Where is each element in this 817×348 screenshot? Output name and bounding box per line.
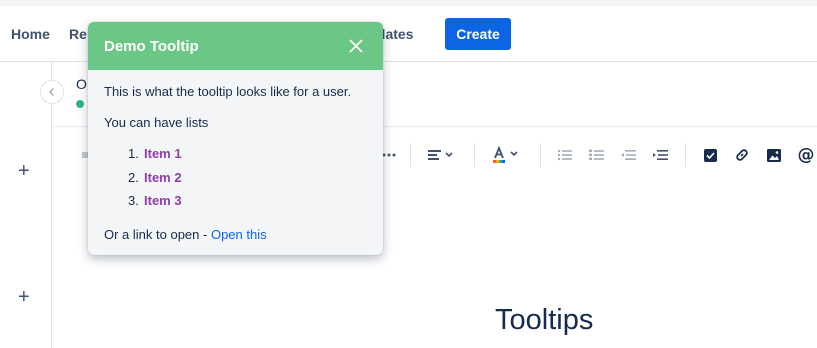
- image-icon[interactable]: [766, 145, 782, 165]
- list-number: 3.: [128, 193, 139, 208]
- page-title: Tooltips: [495, 304, 594, 336]
- numbered-list-icon[interactable]: [589, 145, 605, 165]
- toolbar-separator: [474, 143, 475, 167]
- tooltip-title: Demo Tooltip: [104, 38, 199, 55]
- tooltip-text: You can have lists: [104, 115, 209, 130]
- list-item-label: Item 1: [144, 146, 182, 161]
- list-item: 3. Item 3: [128, 193, 182, 217]
- list-number: 1.: [128, 146, 139, 161]
- status-dot: [76, 100, 84, 108]
- toolbar-separator: [540, 143, 541, 167]
- nav-home[interactable]: Home: [11, 26, 50, 42]
- tooltip-link-line: Or a link to open - Open this: [104, 227, 267, 242]
- mention-icon[interactable]: @: [797, 145, 815, 165]
- tooltip-close-button[interactable]: [346, 36, 366, 56]
- task-icon[interactable]: [703, 145, 717, 165]
- add-block-plus-icon[interactable]: +: [18, 286, 30, 309]
- align-icon[interactable]: [428, 145, 458, 165]
- indent-icon[interactable]: [653, 145, 669, 165]
- text-color-icon[interactable]: [492, 145, 522, 165]
- tooltip-list: 1. Item 1 2. Item 2 3. Item 3: [128, 146, 182, 217]
- bullet-list-icon[interactable]: [557, 145, 573, 165]
- close-icon: [349, 39, 363, 53]
- tooltip-header: Demo Tooltip: [88, 22, 383, 70]
- open-this-link[interactable]: Open this: [211, 227, 267, 242]
- list-item-label: Item 2: [144, 169, 182, 185]
- tooltip-link-prefix: Or a link to open -: [104, 227, 211, 242]
- add-block-plus-icon[interactable]: +: [18, 160, 30, 183]
- list-item: 1. Item 1: [128, 146, 182, 170]
- list-item-label: Item 3: [144, 193, 182, 208]
- chevron-left-icon: [48, 87, 55, 97]
- tooltip-text: This is what the tooltip looks like for …: [104, 84, 352, 99]
- collapse-sidebar-button[interactable]: [40, 80, 64, 104]
- page-owner: O: [76, 76, 87, 92]
- toolbar-separator: [410, 143, 411, 167]
- link-icon[interactable]: [734, 145, 750, 165]
- outdent-icon[interactable]: [621, 145, 637, 165]
- toolbar-separator: [685, 143, 686, 167]
- list-number: 2.: [128, 169, 139, 185]
- more-icon[interactable]: [382, 145, 396, 165]
- nav-recent[interactable]: Re: [69, 26, 87, 42]
- demo-tooltip: Demo Tooltip This is what the tooltip lo…: [88, 22, 383, 255]
- left-rail-divider: [51, 62, 52, 348]
- list-item: 2. Item 2: [128, 170, 182, 194]
- create-button[interactable]: Create: [445, 18, 511, 50]
